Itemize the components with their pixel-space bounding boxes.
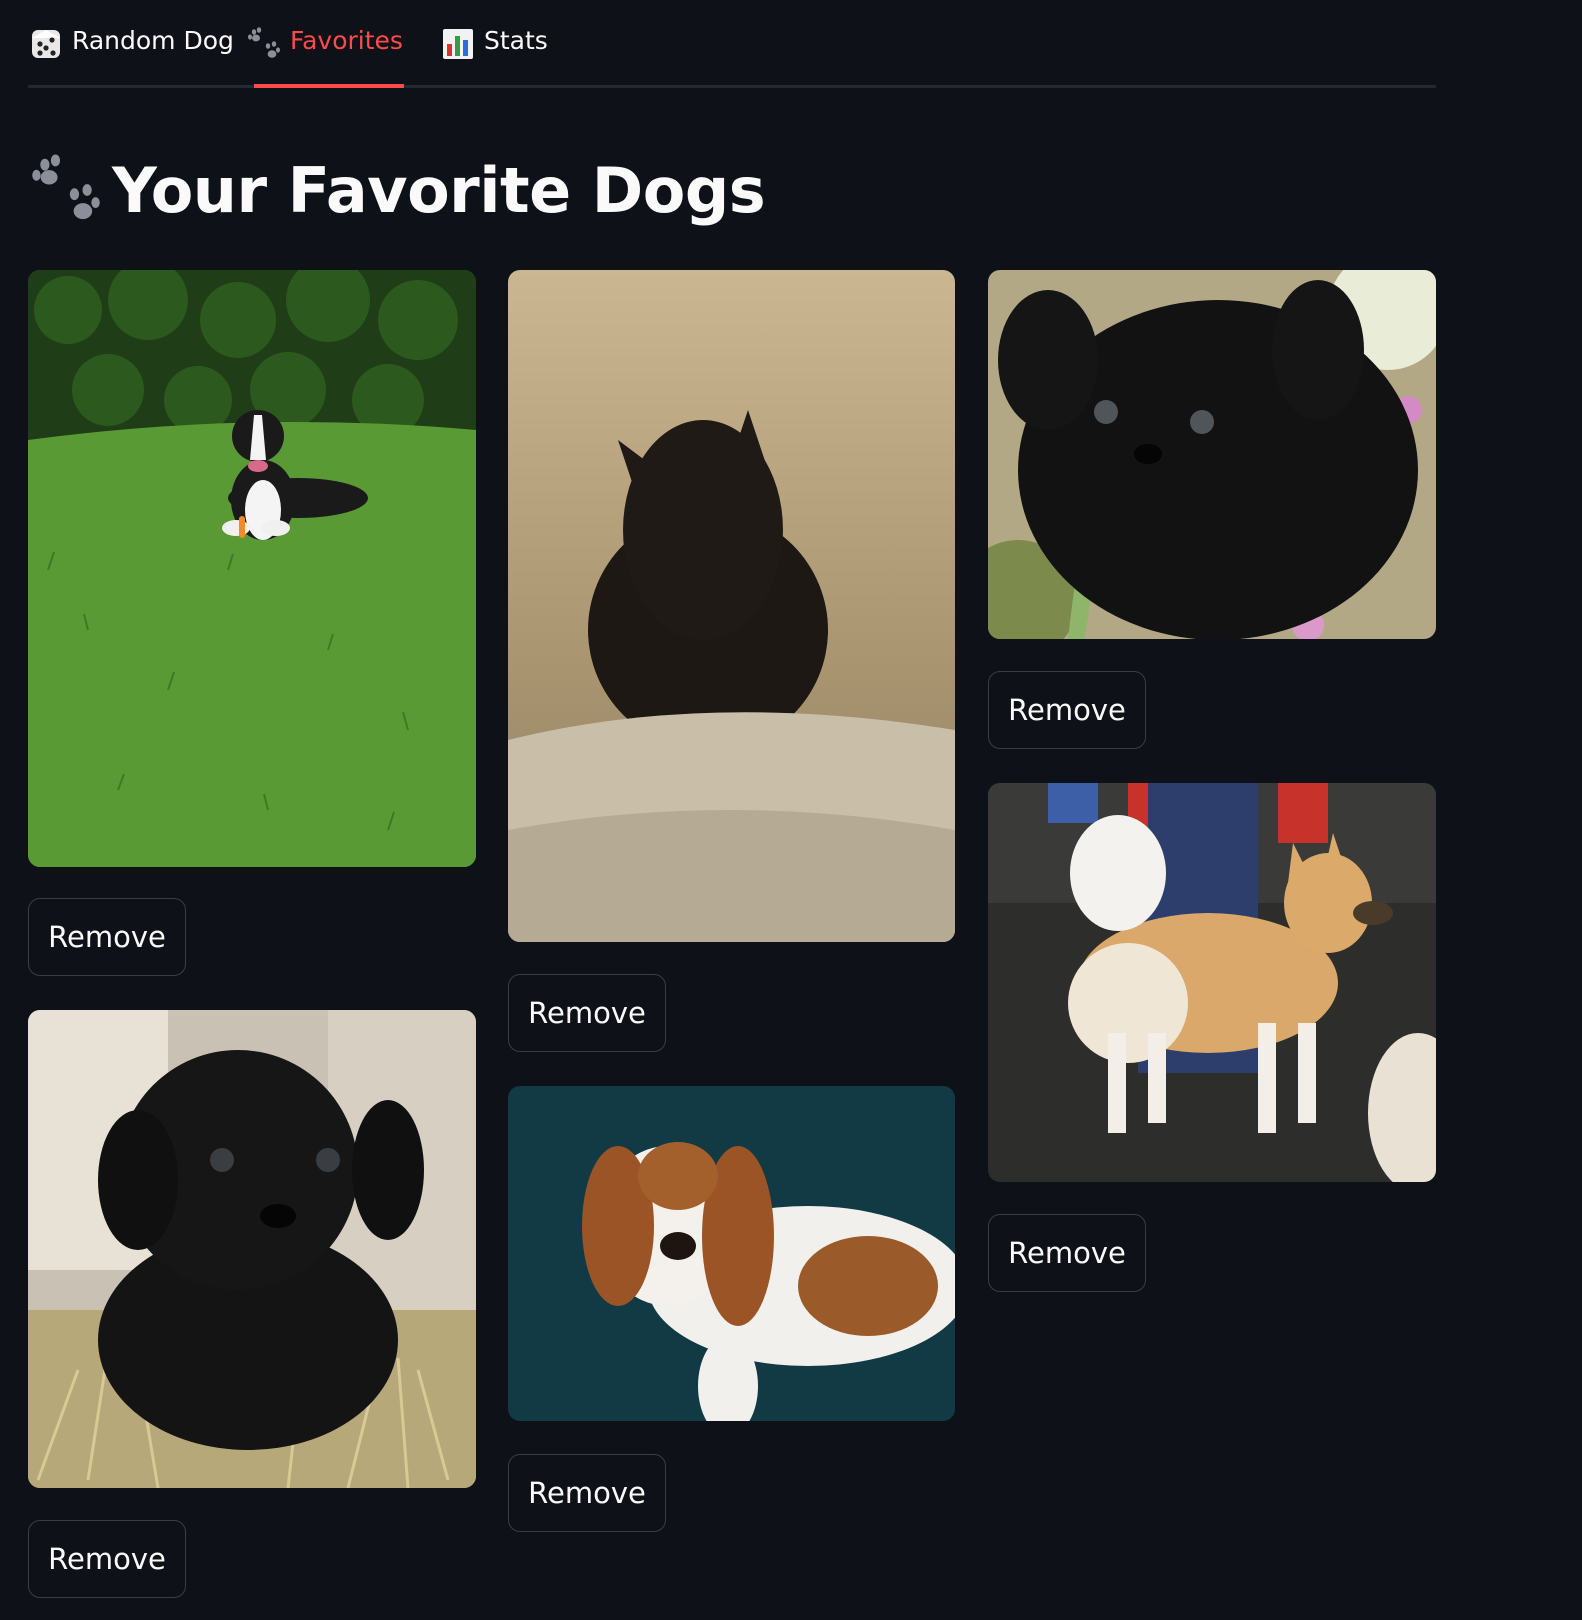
page-title: Your Favorite Dogs (28, 150, 766, 230)
active-tab-indicator (254, 84, 404, 88)
tab-stats[interactable]: Stats (440, 18, 548, 88)
paw-prints-icon (246, 26, 282, 62)
tab-bar: Random Dog Favorites Stats (28, 0, 1436, 88)
remove-button[interactable]: Remove (28, 1520, 186, 1598)
tab-label: Favorites (290, 26, 403, 55)
remove-button[interactable]: Remove (988, 1214, 1146, 1292)
tab-label: Random Dog (72, 26, 234, 55)
tab-label: Stats (484, 26, 548, 55)
dog-photo (28, 270, 476, 867)
dog-photo (508, 270, 955, 942)
paw-prints-icon (28, 152, 104, 228)
remove-button[interactable]: Remove (508, 1454, 666, 1532)
dog-photo (28, 1010, 476, 1488)
dog-photo (508, 1086, 955, 1421)
dice-icon (28, 26, 64, 62)
dog-photo (988, 270, 1436, 639)
bar-chart-icon (440, 26, 476, 62)
remove-button[interactable]: Remove (28, 898, 186, 976)
page-title-text: Your Favorite Dogs (112, 153, 766, 227)
dog-photo (988, 783, 1436, 1182)
remove-button[interactable]: Remove (988, 671, 1146, 749)
remove-button[interactable]: Remove (508, 974, 666, 1052)
tab-favorites[interactable]: Favorites (246, 18, 403, 88)
tab-random-dog[interactable]: Random Dog (28, 18, 234, 88)
